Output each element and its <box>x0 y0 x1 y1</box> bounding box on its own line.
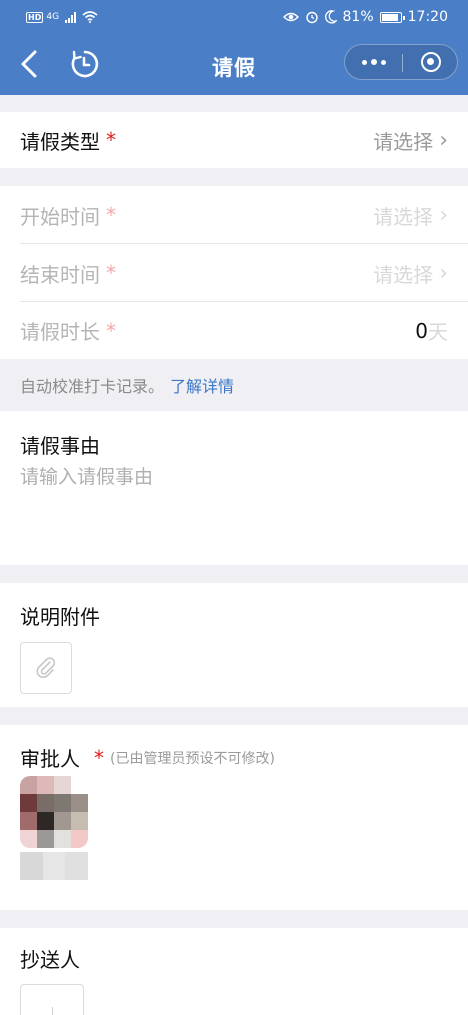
leave-type-value: 请选择 <box>373 129 434 154</box>
duration-label: 请假时长 <box>20 320 100 344</box>
end-time-label: 结束时间 <box>20 262 100 287</box>
end-time-select[interactable]: 请选择 › <box>373 259 448 288</box>
wifi-icon <box>82 11 98 23</box>
reason-label: 请假事由 <box>20 434 100 458</box>
leave-type-row[interactable]: 请假类型 * 请选择 › <box>0 112 468 168</box>
time-card: 开始时间 * 请选择 › 结束时间 * 请选择 › 请假时长 * 0 天 <box>0 186 468 359</box>
moon-icon <box>324 10 337 24</box>
status-bar: HD 4G 81% 17:20 <box>0 0 468 34</box>
chevron-right-icon: › <box>439 260 448 286</box>
eye-icon <box>282 12 299 22</box>
approver-avatar <box>20 776 88 848</box>
attachment-label: 说明附件 <box>20 605 100 629</box>
battery-icon <box>379 11 405 23</box>
approver-name <box>20 852 88 880</box>
duration-display: 0 天 <box>415 316 448 345</box>
required-mark: * <box>106 318 116 343</box>
end-time-value: 请选择 <box>373 262 434 287</box>
cc-label: 抄送人 <box>20 948 80 972</box>
start-time-row[interactable]: 开始时间 * 请选择 › <box>0 186 468 244</box>
paperclip-icon <box>36 657 56 678</box>
start-time-select[interactable]: 请选择 › <box>373 201 448 230</box>
approver-header: 审批人 * (已由管理员预设不可修改) <box>20 743 275 772</box>
reason-input[interactable]: 请输入请假事由 <box>20 462 153 489</box>
capsule-divider <box>402 54 403 72</box>
required-mark: * <box>94 745 104 770</box>
hd-icon: HD <box>26 11 44 23</box>
chevron-right-icon: › <box>439 127 448 153</box>
signal-icon <box>65 11 77 23</box>
duration-unit: 天 <box>428 320 448 344</box>
punch-hint: 自动校准打卡记录。 了解详情 <box>0 359 468 411</box>
miniprogram-capsule <box>344 44 458 80</box>
add-cc-button[interactable] <box>20 984 84 1015</box>
status-left: HD 4G <box>26 11 98 23</box>
duration-row: 请假时长 * 0 天 <box>0 302 468 359</box>
duration-value: 0 <box>415 318 428 343</box>
battery-percent: 81% <box>342 9 374 25</box>
top-bar: HD 4G 81% 17:20 请假 <box>0 0 468 95</box>
alarm-icon <box>305 11 318 24</box>
add-attachment-button[interactable] <box>20 642 72 694</box>
reason-card[interactable]: 请假事由 请输入请假事由 <box>0 411 468 565</box>
navigation-bar: 请假 <box>0 34 468 95</box>
learn-more-link[interactable]: 了解详情 <box>170 373 234 397</box>
hint-text: 自动校准打卡记录。 <box>20 377 165 396</box>
leave-type-label: 请假类型 <box>20 129 100 154</box>
close-miniprogram-icon[interactable] <box>421 52 441 72</box>
clock-time: 17:20 <box>407 9 448 25</box>
end-time-row[interactable]: 结束时间 * 请选择 › <box>0 244 468 302</box>
start-time-label: 开始时间 <box>20 204 100 229</box>
leave-type-card: 请假类型 * 请选择 › <box>0 112 468 168</box>
approver-note: (已由管理员预设不可修改) <box>110 750 275 767</box>
required-mark: * <box>106 261 116 285</box>
status-right: 81% 17:20 <box>282 9 448 25</box>
required-mark: * <box>106 128 116 152</box>
chevron-right-icon: › <box>439 202 448 228</box>
more-dots-icon[interactable] <box>345 45 402 79</box>
network-type: 4G <box>46 12 60 22</box>
start-time-value: 请选择 <box>373 204 434 229</box>
approver-label: 审批人 <box>20 747 80 771</box>
required-mark: * <box>106 203 116 227</box>
leave-type-select[interactable]: 请选择 › <box>373 126 448 155</box>
